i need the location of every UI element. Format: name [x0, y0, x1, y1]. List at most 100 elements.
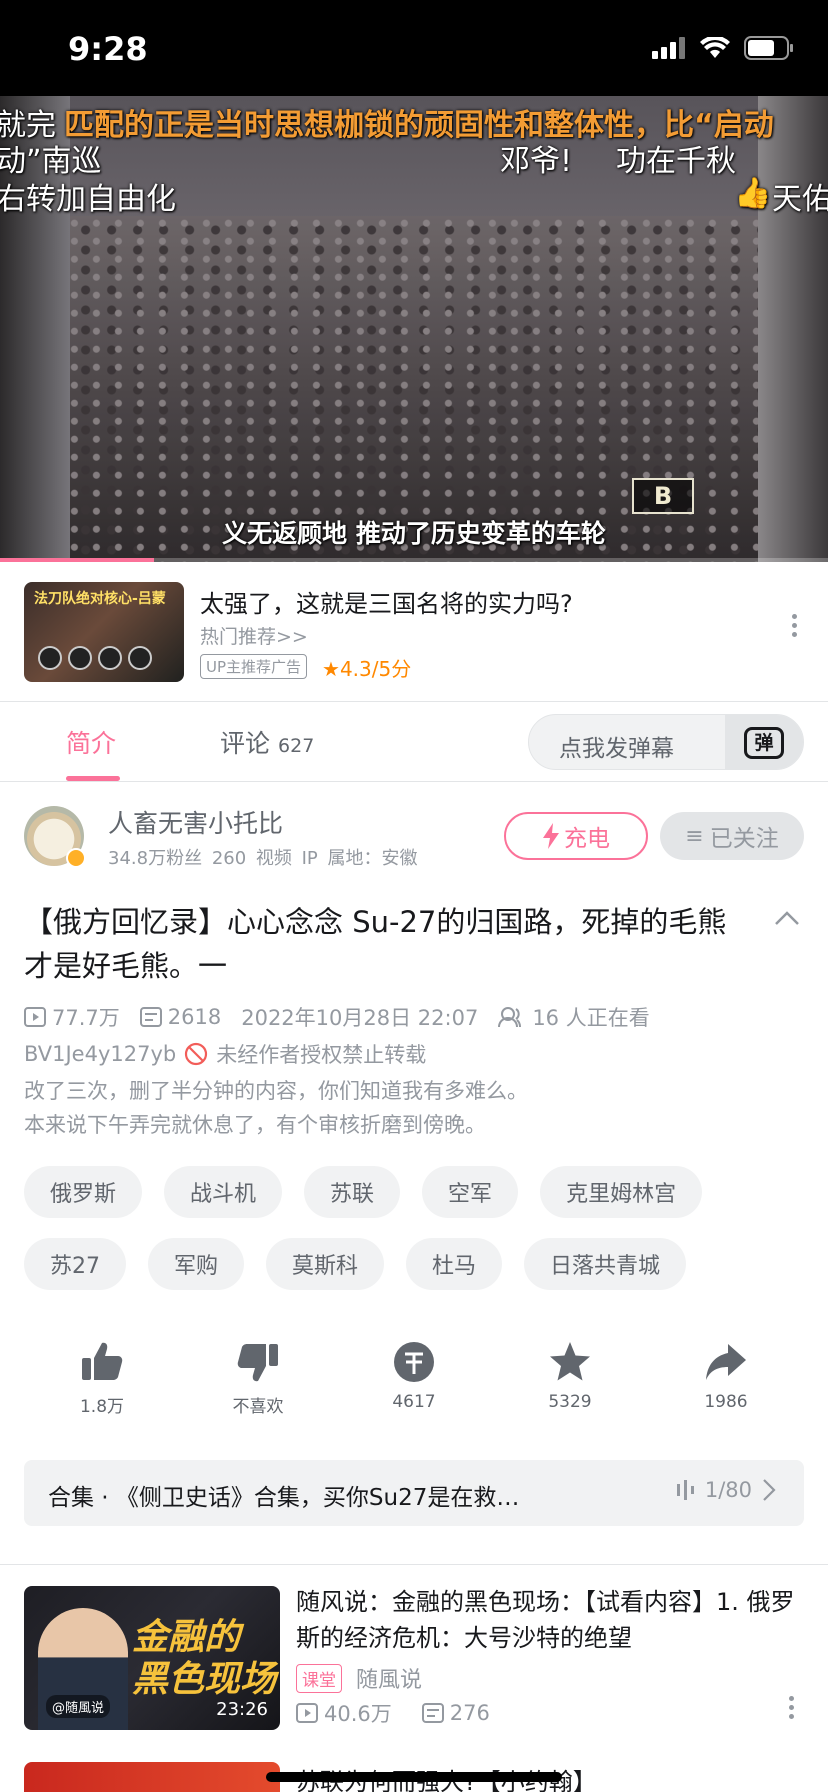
recommended-title[interactable]: 随风说：金融的黑色现场：【试看内容】1. 俄罗斯的经济危机：大号沙特的绝望 [296, 1584, 806, 1656]
status-time: 9:28 [68, 30, 148, 68]
uploader-name[interactable]: 人畜无害小托比 [108, 804, 283, 840]
dislike-button[interactable]: 不喜欢 [198, 1340, 318, 1417]
more-icon[interactable] [789, 1696, 794, 1723]
ad-thumb-skills [38, 646, 152, 670]
ad-subtitle[interactable]: 热门推荐>> [200, 622, 308, 649]
tag-item[interactable]: 俄罗斯 [24, 1166, 143, 1218]
publish-date: 2022年10月28日 22:07 [241, 1006, 479, 1030]
thumbnail-text: 黑色现场 [132, 1659, 277, 1700]
danmaku-item: 右转加自由化 [0, 182, 176, 217]
danmaku-item: 天佑 [772, 182, 828, 217]
recommended-thumbnail[interactable] [24, 1762, 280, 1792]
follow-label: 已关注 [709, 826, 779, 852]
tag-item[interactable]: 空军 [422, 1166, 519, 1218]
view-count: 77.7万 [52, 1006, 120, 1030]
signal-icon [652, 37, 685, 59]
collection-episode-number: 1/80 [704, 1478, 752, 1502]
video-player[interactable]: 就完 匹配的正是当时思想枷锁的顽固性和整体性，比“启动 动”南巡 邓爷! 功在千… [0, 96, 828, 562]
channel-logo: B [632, 478, 694, 514]
ad-badge: UP主推荐广告 [200, 654, 308, 679]
share-count: 1986 [704, 1392, 748, 1412]
dislike-label: 不喜欢 [232, 1397, 284, 1417]
action-bar: 1.8万 不喜欢 4617 5329 1986 [24, 1340, 804, 1417]
battery-icon [744, 36, 793, 60]
danmu-input[interactable]: 点我发弹幕 弹 [528, 714, 804, 770]
menu-lines-icon: ≡ [685, 823, 704, 849]
play-count-icon [296, 1703, 318, 1723]
danmu-tv-icon: 弹 [744, 727, 784, 759]
recommended-video[interactable]: 金融的 黑色现场 @随風说 23:26 随风说：金融的黑色现场：【试看内容】1.… [0, 1584, 828, 1734]
charge-button[interactable]: 充电 [504, 812, 648, 860]
collection-episode: 1/80 [675, 1478, 776, 1502]
recommended-danmaku: 276 [449, 1701, 490, 1725]
ad-title[interactable]: 太强了，这就是三国名将的实力吗? [200, 584, 573, 619]
like-count: 1.8万 [79, 1397, 125, 1417]
tag-item[interactable]: 苏联 [304, 1166, 401, 1218]
recommended-author[interactable]: 随風说 [356, 1662, 422, 1694]
video-description: 改了三次，删了半分钟的内容，你们知道我有多难么。 本来说下午弄完就休息了，有个审… [24, 1074, 528, 1142]
tag-item[interactable]: 战斗机 [164, 1166, 283, 1218]
recommended-thumbnail[interactable]: 金融的 黑色现场 @随風说 23:26 [24, 1586, 280, 1730]
uploader-meta: 34.8万粉丝 260 视频 IP 属地：安徽 [108, 844, 418, 870]
video-title: 【俄方回忆录】心心念念 Su-27的归国路，死掉的毛熊才是好毛熊。一 [24, 905, 727, 983]
more-icon[interactable] [792, 614, 798, 641]
tag-list: 俄罗斯 战斗机 苏联 空军 克里姆林宫 苏27 军购 莫斯科 杜马 日落共青城 [24, 1166, 814, 1310]
chevron-up-icon[interactable] [774, 910, 800, 926]
home-indicator[interactable] [266, 1772, 562, 1782]
danmaku-count-icon [421, 1703, 444, 1723]
danmaku-count-icon [139, 1007, 162, 1027]
divider [0, 1564, 828, 1565]
tab-comments-count: 627 [278, 735, 315, 757]
danmaku-item: 功在千秋 [616, 144, 736, 179]
ad-card[interactable]: 法刀队绝对核心-吕蒙 太强了，这就是三国名将的实力吗? 热门推荐>> UP主推荐… [0, 562, 828, 702]
description-line: 改了三次，删了半分钟的内容，你们知道我有多难么。 [24, 1079, 528, 1103]
ad-thumb-tag: 法刀队绝对核心-吕蒙 [34, 591, 166, 607]
tag-item[interactable]: 杜马 [406, 1238, 503, 1290]
recommended-meta: 40.6万 276 [296, 1698, 490, 1728]
bvid[interactable]: BV1Je4y127yb [24, 1042, 176, 1066]
tag-item[interactable]: 日落共青城 [524, 1238, 687, 1290]
danmu-toggle-button[interactable]: 弹 [725, 715, 803, 769]
coin-icon [394, 1342, 434, 1382]
course-badge: 课堂 [296, 1664, 342, 1693]
tag-item[interactable]: 莫斯科 [266, 1238, 385, 1290]
wifi-icon [700, 37, 730, 58]
copyright-notice: 未经作者授权禁止转载 [216, 1043, 427, 1067]
verified-badge-icon [66, 848, 86, 868]
coin-button[interactable]: 4617 [354, 1340, 474, 1417]
ad-rating: ★4.3/5分 [322, 653, 411, 682]
like-button[interactable]: 1.8万 [42, 1340, 162, 1417]
star-icon: ★ [322, 657, 340, 681]
coin-count: 4617 [392, 1392, 436, 1412]
video-subtitle: 义无返顾地 推动了历史变革的车轮 [222, 519, 606, 548]
tab-active-indicator [66, 776, 120, 781]
follow-button[interactable]: ≡ 已关注 [660, 812, 804, 860]
tag-item[interactable]: 克里姆林宫 [540, 1166, 703, 1218]
thumbs-up-icon [82, 1342, 123, 1380]
tag-item[interactable]: 军购 [148, 1238, 245, 1290]
uploader-ip: IP 属地：安徽 [301, 848, 418, 869]
tab-comments[interactable]: 评论 627 [220, 724, 314, 760]
avatar[interactable] [24, 806, 86, 868]
favorite-count: 5329 [548, 1392, 592, 1412]
tab-intro[interactable]: 简介 [66, 724, 116, 760]
collection-bar[interactable]: 合集 · 《侧卫史话》合集，买你Su27是在救… 1/80 [24, 1460, 804, 1526]
description-line: 本来说下午弄完就休息了，有个审核折磨到傍晚。 [24, 1113, 486, 1137]
video-duration: 23:26 [216, 1699, 268, 1720]
danmu-button-label: 弹 [754, 732, 774, 754]
thumbs-up-icon: 👍 [734, 176, 772, 211]
thumbs-down-icon [237, 1344, 278, 1382]
collection-title: 合集 · 《侧卫史话》合集，买你Su27是在救… [48, 1485, 520, 1511]
danmaku-item: 邓爷! [500, 144, 573, 179]
tag-item[interactable]: 苏27 [24, 1238, 126, 1290]
video-frame-right [758, 96, 828, 562]
danmaku-count: 2618 [167, 1005, 222, 1029]
playlist-bars-icon [676, 1480, 694, 1500]
favorite-button[interactable]: 5329 [510, 1340, 630, 1417]
uploader-row: 人畜无害小托比 34.8万粉丝 260 视频 IP 属地：安徽 充电 ≡ 已关注 [0, 782, 828, 888]
chevron-right-icon [763, 1479, 776, 1501]
share-button[interactable]: 1986 [666, 1340, 786, 1417]
ad-thumbnail[interactable]: 法刀队绝对核心-吕蒙 [24, 582, 184, 682]
detail-tabs: 简介 评论 627 点我发弹幕 弹 [0, 702, 828, 782]
lightning-icon [543, 823, 559, 849]
